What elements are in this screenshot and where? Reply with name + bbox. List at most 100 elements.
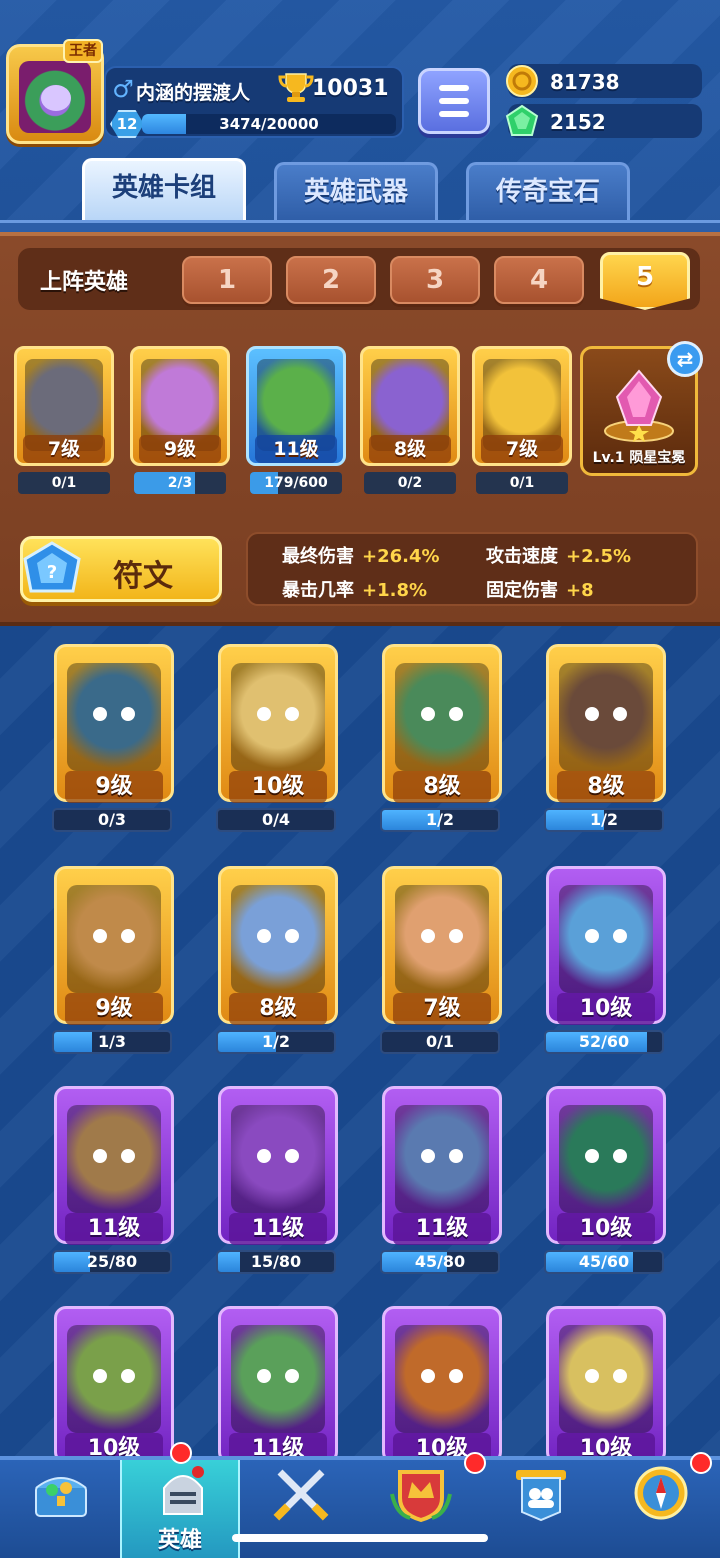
hero-card[interactable]: 7级 0/1 (380, 866, 502, 1056)
trophy-icon (278, 73, 314, 102)
hero-portrait (67, 885, 161, 993)
nav-item-guild-banner[interactable] (480, 1460, 600, 1558)
hero-portrait (395, 1105, 489, 1213)
player-level-badge: 12 (110, 110, 144, 138)
hero-level: 9级 (65, 771, 163, 803)
hero-card-frame: 10级 (546, 1306, 666, 1465)
hero-eye (613, 707, 627, 721)
male-icon: ♂ (112, 75, 134, 103)
hero-eye (285, 929, 299, 943)
hero-eye (421, 1149, 435, 1163)
menu-button[interactable] (418, 68, 490, 134)
hero-card-frame: 8级 (360, 346, 460, 466)
lineup-hero-card[interactable]: 7级 0/1 (472, 346, 572, 498)
gold-display[interactable]: 81738 (506, 64, 702, 98)
hero-eye (93, 1149, 107, 1163)
hero-card[interactable]: 10级 52/60 (544, 866, 666, 1056)
nav-label: 英雄 (157, 1528, 202, 1553)
player-name: 内涵的摆渡人 (136, 82, 251, 104)
stat-fixed-damage: 固定伤害 +8 (486, 576, 594, 602)
hero-card[interactable]: 10级 0/4 (216, 644, 338, 834)
hero-eye (613, 929, 627, 943)
lineup-hero-card[interactable]: 7级 0/1 (14, 346, 114, 498)
stat-value: +2.5% (566, 546, 632, 567)
hero-level: 10级 (229, 771, 327, 803)
hero-portrait (231, 885, 325, 993)
lineup-slot-5[interactable]: 5 (600, 252, 690, 310)
xp-text: 3474/20000 (219, 115, 319, 133)
lineup-hero-card[interactable]: 11级 179/600 (246, 346, 346, 498)
hero-card-frame: 7级 (14, 346, 114, 466)
hero-card[interactable]: 11级 45/80 (380, 1086, 502, 1276)
hero-card[interactable]: 8级 1/2 (544, 644, 666, 834)
stat-label: 固定伤害 (486, 580, 558, 601)
hero-eye (121, 1149, 135, 1163)
nav-item-compass[interactable] (600, 1460, 720, 1558)
hero-card[interactable]: 8级 1/2 (380, 644, 502, 834)
equipped-gem-card[interactable]: ⇄ Lv.1 陨星宝冕 (580, 341, 703, 476)
swap-gem-icon[interactable]: ⇄ (667, 341, 703, 377)
hero-portrait (231, 1105, 325, 1213)
avatar[interactable]: 王者 (6, 39, 104, 144)
hero-eye (257, 929, 271, 943)
tab-hero-deck[interactable]: 英雄卡组 (82, 158, 246, 220)
hero-card-progress: 52/60 (544, 1030, 664, 1054)
tab-hero-weapons[interactable]: 英雄武器 (274, 162, 438, 220)
bottom-nav: 英雄 (0, 1442, 720, 1558)
hero-card[interactable]: 11级 25/80 (52, 1086, 174, 1276)
tab-legendary-gems[interactable]: 传奇宝石 (466, 162, 630, 220)
lineup-slot-bar: 上阵英雄 1 2 3 4 5 (18, 248, 700, 310)
hero-eye (93, 929, 107, 943)
hero-eye (613, 1149, 627, 1163)
hero-card-frame: 10级 (382, 1306, 502, 1465)
hero-card[interactable]: 11级 15/80 (216, 1086, 338, 1276)
hero-eye (421, 1369, 435, 1383)
lineup-hero-card[interactable]: 9级 2/3 (130, 346, 230, 498)
hero-card-count: 0/1 (425, 1032, 455, 1051)
guild-banner-icon (510, 1464, 572, 1522)
stat-label: 暴击几率 (282, 580, 354, 601)
hero-level: 8级 (229, 993, 327, 1025)
hero-card-frame: 9级 (54, 644, 174, 803)
hero-card-count: 25/80 (86, 1252, 138, 1271)
hero-eye (421, 707, 435, 721)
hero-level: 8级 (557, 771, 655, 803)
hero-eye (257, 707, 271, 721)
stat-final-damage: 最终伤害 +26.4% (282, 542, 440, 568)
hero-level: 8级 (369, 435, 451, 463)
player-info-panel[interactable]: ♂ 内涵的摆渡人 10031 12 3474/20000 (104, 66, 404, 138)
lineup-slot-1[interactable]: 1 (182, 256, 272, 304)
hero-eye (613, 1369, 627, 1383)
lineup-hero-card[interactable]: 8级 0/2 (360, 346, 460, 498)
hero-card-frame: 11级 (218, 1086, 338, 1245)
hero-card-progress: 0/1 (18, 472, 110, 494)
hero-eye (93, 1369, 107, 1383)
hero-card[interactable]: 8级 1/2 (216, 866, 338, 1056)
lineup-slot-3[interactable]: 3 (390, 256, 480, 304)
hero-eye (585, 1149, 599, 1163)
hero-card-progress: 1/3 (52, 1030, 172, 1054)
hero-card[interactable]: 9级 1/3 (52, 866, 174, 1056)
avatar-face (41, 85, 71, 111)
gem-display[interactable]: 2152 (505, 104, 702, 138)
nav-item-knight-helmet[interactable]: 英雄 (120, 1460, 240, 1558)
hero-card-frame: 11级 (382, 1086, 502, 1245)
hero-portrait (231, 1325, 325, 1433)
lineup-slot-4[interactable]: 4 (494, 256, 584, 304)
hero-card-count: 15/80 (250, 1252, 302, 1271)
hero-level: 9级 (139, 435, 221, 463)
nav-item-treasure-chest[interactable] (0, 1460, 120, 1558)
nav-item-crossed-swords[interactable] (240, 1460, 360, 1558)
hero-eye (585, 929, 599, 943)
hero-card-progress: 1/2 (380, 808, 500, 832)
hero-card-progress: 15/80 (216, 1250, 336, 1274)
stat-value: +8 (566, 580, 594, 601)
hero-portrait (559, 663, 653, 771)
hero-card[interactable]: 9级 0/3 (52, 644, 174, 834)
hero-eye (121, 707, 135, 721)
lineup-slot-2[interactable]: 2 (286, 256, 376, 304)
nav-item-crown-shield[interactable] (360, 1460, 480, 1558)
hero-card[interactable]: 10级 45/60 (544, 1086, 666, 1276)
rune-button[interactable]: ? 符文 (20, 536, 222, 602)
hero-level: 10级 (557, 993, 655, 1025)
